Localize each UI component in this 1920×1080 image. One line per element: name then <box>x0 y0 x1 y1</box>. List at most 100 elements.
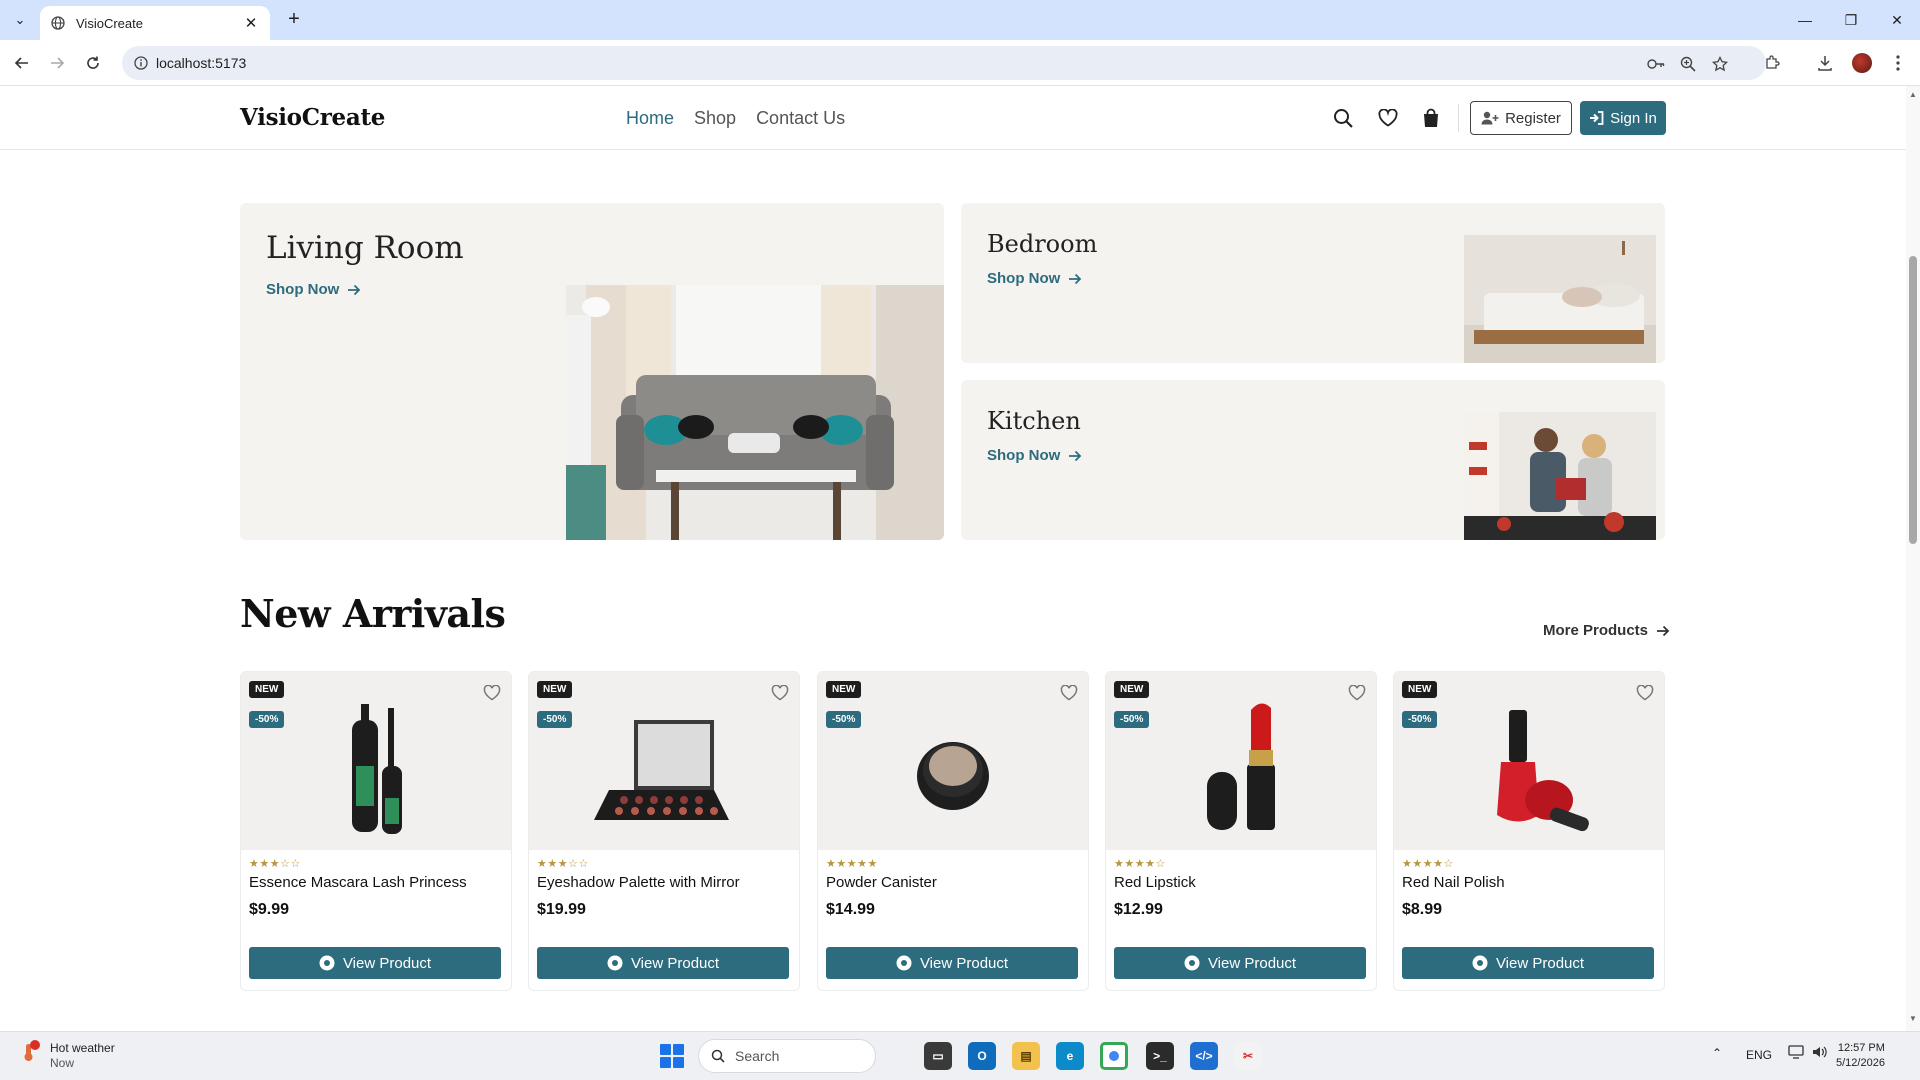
restore-button[interactable]: ❐ <box>1828 0 1874 40</box>
product-image-area[interactable] <box>241 672 511 850</box>
chrome-icon[interactable] <box>1100 1042 1128 1070</box>
forward-icon[interactable] <box>45 51 69 75</box>
more-products-label: More Products <box>1543 622 1649 639</box>
minimize-button[interactable]: — <box>1782 0 1828 40</box>
living-room-shop-now-link[interactable]: Shop Now <box>266 281 361 298</box>
task-view-icon[interactable]: ▭ <box>924 1042 952 1070</box>
product-card[interactable]: NEW -50% ★★★★☆ Red Lipstick $12.99 View … <box>1105 671 1377 991</box>
network-icon[interactable] <box>1788 1045 1804 1062</box>
close-tab-icon[interactable]: ✕ <box>242 14 260 32</box>
vscode-icon[interactable]: </> <box>1190 1042 1218 1070</box>
view-product-button[interactable]: View Product <box>537 947 789 979</box>
product-name[interactable]: Essence Mascara Lash Princess <box>249 874 467 891</box>
page-scrollbar[interactable]: ▲ ▼ <box>1906 86 1920 1031</box>
product-image-area[interactable] <box>818 672 1088 850</box>
new-badge: NEW <box>249 681 285 698</box>
category-title: Kitchen <box>987 407 1081 435</box>
eye-icon <box>319 955 335 971</box>
product-price: $8.99 <box>1402 901 1443 918</box>
bedroom-shop-now-link[interactable]: Shop Now <box>987 270 1082 287</box>
download-icon[interactable] <box>1813 51 1837 75</box>
browser-menu-icon[interactable] <box>1886 51 1910 75</box>
product-image-area[interactable] <box>529 672 799 850</box>
profile-avatar[interactable] <box>1850 51 1874 75</box>
system-clock[interactable]: 12:57 PM 5/12/2026 <box>1836 1041 1885 1071</box>
volume-icon[interactable] <box>1812 1045 1828 1062</box>
windows-start-icon[interactable] <box>660 1044 684 1068</box>
weather-widget[interactable]: Hot weather Now <box>18 1040 115 1070</box>
scroll-up-arrow-icon[interactable]: ▲ <box>1908 90 1918 99</box>
view-product-label: View Product <box>630 954 720 972</box>
back-icon[interactable] <box>10 51 34 75</box>
eye-icon <box>896 955 912 971</box>
new-tab-button[interactable]: + <box>282 8 306 32</box>
file-explorer-icon[interactable]: ▤ <box>1012 1042 1040 1070</box>
heart-icon[interactable] <box>1346 682 1368 704</box>
sign-in-button[interactable]: Sign In <box>1580 101 1666 135</box>
view-product-button[interactable]: View Product <box>826 947 1078 979</box>
bookmark-star-icon[interactable] <box>1710 54 1730 74</box>
heart-icon[interactable] <box>1634 682 1656 704</box>
product-name[interactable]: Eyeshadow Palette with Mirror <box>537 874 740 891</box>
view-product-label: View Product <box>1495 954 1585 972</box>
kitchen-shop-now-link[interactable]: Shop Now <box>987 447 1082 464</box>
site-logo[interactable]: VisioCreate <box>240 104 385 131</box>
heart-icon[interactable] <box>481 682 503 704</box>
extensions-icon[interactable] <box>1760 51 1784 75</box>
terminal-icon[interactable]: >_ <box>1146 1042 1174 1070</box>
password-key-icon[interactable] <box>1646 54 1666 74</box>
product-card[interactable]: NEW -50% ★★★☆☆ Essence Mascara Lash Prin… <box>240 671 512 991</box>
site-info-icon[interactable] <box>132 54 150 72</box>
arrow-right-icon <box>1069 450 1082 461</box>
zoom-icon[interactable] <box>1678 54 1698 74</box>
category-bedroom[interactable]: Bedroom Shop Now <box>961 203 1665 363</box>
view-product-button[interactable]: View Product <box>1402 947 1654 979</box>
product-image-area[interactable] <box>1106 672 1376 850</box>
register-button[interactable]: Register <box>1470 101 1572 135</box>
wishlist-heart-icon[interactable] <box>1376 106 1400 130</box>
category-living-room[interactable]: Living Room Shop Now <box>240 203 944 540</box>
product-card[interactable]: NEW -50% ★★★☆☆ Eyeshadow Palette with Mi… <box>528 671 800 991</box>
nav-contact-us[interactable]: Contact Us <box>756 108 845 129</box>
product-card[interactable]: NEW -50% ★★★★★ Powder Canister $14.99 Vi… <box>817 671 1089 991</box>
reload-icon[interactable] <box>81 51 105 75</box>
shop-now-label: Shop Now <box>987 270 1061 287</box>
nav-home[interactable]: Home <box>626 108 674 129</box>
view-product-button[interactable]: View Product <box>1114 947 1366 979</box>
section-title-new-arrivals: New Arrivals <box>240 591 506 636</box>
taskbar-search[interactable]: Search <box>698 1039 876 1073</box>
category-kitchen[interactable]: Kitchen Shop Now <box>961 380 1665 540</box>
scroll-down-arrow-icon[interactable]: ▼ <box>1908 1014 1918 1023</box>
windows-taskbar: Hot weather Now Search ▭ O ▤ e >_ </> ✂ … <box>0 1031 1920 1080</box>
discount-badge: -50% <box>1114 711 1150 728</box>
snipping-tool-icon[interactable]: ✂ <box>1234 1042 1262 1070</box>
chevron-up-icon[interactable]: ⌃ <box>1712 1046 1722 1060</box>
outlook-icon[interactable]: O <box>968 1042 996 1070</box>
close-window-button[interactable]: ✕ <box>1874 0 1920 40</box>
more-products-link[interactable]: More Products <box>1543 622 1670 639</box>
product-name[interactable]: Red Lipstick <box>1114 874 1196 891</box>
heart-icon[interactable] <box>769 682 791 704</box>
tab-search-icon[interactable]: ⌄ <box>8 8 32 32</box>
search-icon[interactable] <box>1331 106 1355 130</box>
product-card[interactable]: NEW -50% ★★★★☆ Red Nail Polish $8.99 Vie… <box>1393 671 1665 991</box>
language-indicator[interactable]: ENG <box>1746 1048 1772 1062</box>
browser-toolbar: localhost:5173 <box>0 40 1920 86</box>
scrollbar-thumb[interactable] <box>1909 256 1917 544</box>
product-name[interactable]: Red Nail Polish <box>1402 874 1505 891</box>
nav-shop[interactable]: Shop <box>694 108 736 129</box>
product-name[interactable]: Powder Canister <box>826 874 937 891</box>
heart-icon[interactable] <box>1058 682 1080 704</box>
eyeshadow-palette-image <box>594 720 729 820</box>
taskbar-search-placeholder: Search <box>735 1048 780 1064</box>
product-price: $12.99 <box>1114 901 1163 918</box>
view-product-button[interactable]: View Product <box>249 947 501 979</box>
nail-polish-image <box>1497 710 1589 832</box>
rating-stars: ★★★★☆ <box>1402 858 1454 870</box>
address-bar[interactable]: localhost:5173 <box>122 46 1766 80</box>
url-text: localhost:5173 <box>156 55 247 71</box>
product-image-area[interactable] <box>1394 672 1664 850</box>
browser-tab[interactable]: VisioCreate ✕ <box>40 6 270 40</box>
edge-icon[interactable]: e <box>1056 1042 1084 1070</box>
shopping-bag-icon[interactable] <box>1419 106 1443 130</box>
